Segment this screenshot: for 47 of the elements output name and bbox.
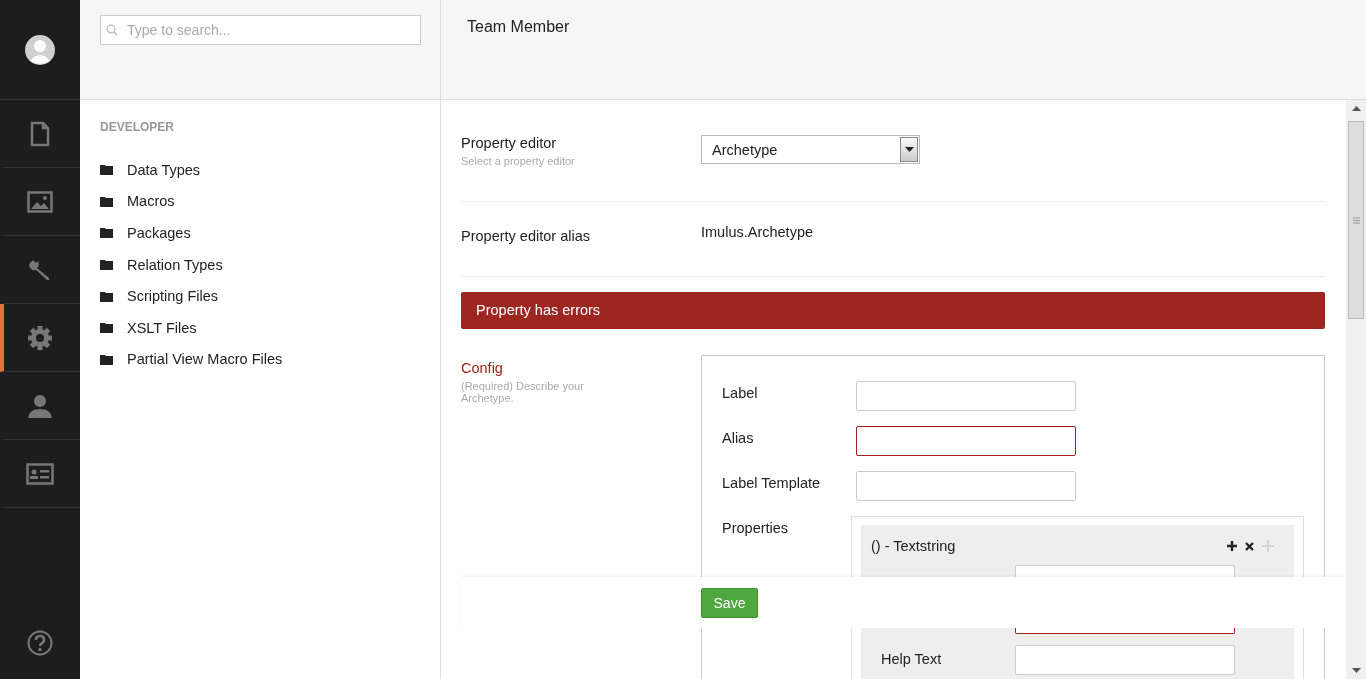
folder-icon xyxy=(100,227,113,239)
section-heading: DEVELOPER xyxy=(100,120,175,134)
folder-icon xyxy=(100,259,113,271)
error-banner: Property has errors xyxy=(461,292,1325,329)
field-label: Alias xyxy=(722,429,755,448)
tree-item[interactable]: Partial View Macro Files xyxy=(127,351,283,368)
contact-card-icon xyxy=(26,462,54,485)
add-icon[interactable] xyxy=(1227,541,1237,551)
text-input[interactable] xyxy=(1015,628,1235,634)
field-label: Help Text xyxy=(881,650,943,669)
scroll-down-icon[interactable] xyxy=(1351,668,1361,673)
tree-item[interactable]: Data Types xyxy=(127,161,201,178)
property-title: () - Textstring xyxy=(871,538,956,554)
tree-item[interactable]: XSLT Files xyxy=(127,319,197,336)
document-icon xyxy=(30,120,50,147)
tree-item[interactable]: Scripting Files xyxy=(127,288,219,305)
folder-icon xyxy=(100,195,113,207)
field-label: Property editor xyxy=(461,135,558,151)
help-icon[interactable] xyxy=(27,630,53,656)
folder-icon xyxy=(100,164,113,176)
tree-item[interactable]: Packages xyxy=(127,225,191,241)
page-title: Team Member xyxy=(467,18,570,35)
close-icon[interactable] xyxy=(1245,541,1254,551)
field-label: Property editor alias xyxy=(461,228,591,244)
folder-icon xyxy=(100,353,113,365)
user-icon xyxy=(27,392,53,419)
nav-item[interactable] xyxy=(0,304,80,372)
scrollbar-thumb[interactable] xyxy=(1348,121,1364,319)
avatar-icon[interactable] xyxy=(25,34,55,65)
scroll-up-icon[interactable] xyxy=(1351,106,1361,111)
tree-item[interactable]: Macros xyxy=(127,193,175,210)
caret-icon xyxy=(904,147,914,152)
field-label: Properties xyxy=(722,519,790,538)
field-label: Config xyxy=(461,360,504,376)
folder-icon xyxy=(100,290,113,302)
field-label: Label xyxy=(722,384,759,403)
property-editor-dropdown[interactable]: Archetype xyxy=(701,135,920,164)
field-hint: Select a property editor xyxy=(461,155,576,167)
settings-icon xyxy=(27,324,53,351)
tree-item[interactable]: Relation Types xyxy=(127,256,223,273)
alias-value: Imulus.Archetype xyxy=(701,224,814,242)
text-input[interactable] xyxy=(856,426,1076,456)
field-label: Label Template xyxy=(722,474,822,493)
folder-icon xyxy=(100,322,113,334)
image-icon xyxy=(27,190,53,213)
field-hint: (Required) Describe your Archetype. xyxy=(461,380,585,404)
search-field[interactable]: Type to search... xyxy=(100,15,421,45)
